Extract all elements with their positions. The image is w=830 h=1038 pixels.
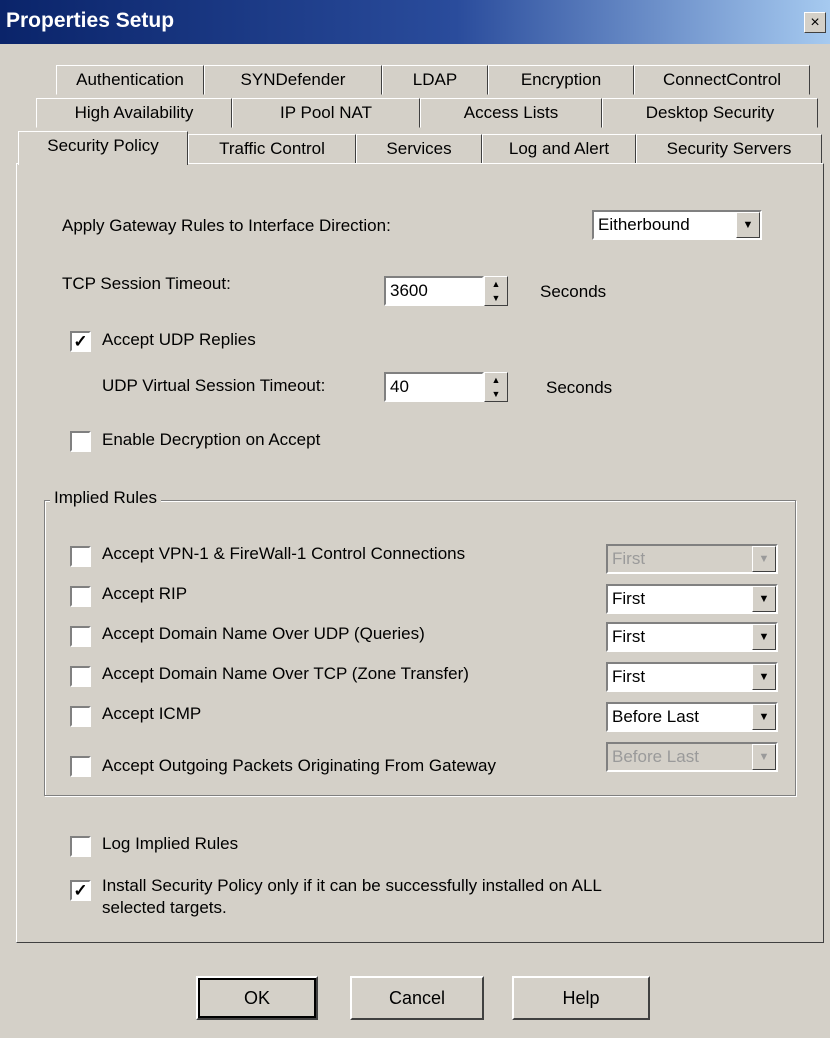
implied-rule-checkbox[interactable] — [70, 706, 91, 727]
implied-rule-label: Accept Domain Name Over TCP (Zone Transf… — [102, 664, 469, 683]
implied-rule-label: Accept Domain Name Over UDP (Queries) — [102, 624, 425, 643]
enable-decryption-checkbox[interactable] — [70, 431, 91, 452]
implied-rule-checkbox[interactable] — [70, 666, 91, 687]
implied-rule-position-value: First — [612, 549, 646, 568]
chevron-down-icon: ▼ — [752, 546, 776, 572]
chevron-down-icon[interactable]: ▼ — [752, 664, 776, 690]
implied-rule-position-select: Before Last ▼ — [606, 742, 778, 772]
implied-rules-group-label: Implied Rules — [50, 488, 161, 508]
udp-timeout-spinner[interactable]: ▲ ▼ — [484, 372, 508, 402]
chevron-down-icon: ▼ — [752, 744, 776, 770]
tab-access-lists[interactable]: Access Lists — [420, 98, 602, 128]
log-implied-rules-checkbox[interactable] — [70, 836, 91, 857]
implied-rule-checkbox[interactable] — [70, 756, 91, 777]
tab-syndefender[interactable]: SYNDefender — [204, 65, 382, 95]
implied-rule-label: Accept VPN-1 & FireWall-1 Control Connec… — [102, 544, 466, 563]
tcp-timeout-input[interactable]: 3600 — [384, 276, 484, 306]
cancel-button[interactable]: Cancel — [350, 976, 484, 1020]
tab-ldap[interactable]: LDAP — [382, 65, 488, 95]
implied-rule-position-value: First — [612, 627, 646, 646]
log-implied-rules-label: Log Implied Rules — [102, 834, 239, 853]
interface-direction-select[interactable]: Eitherbound ▼ — [592, 210, 762, 240]
implied-rule-position-select: First ▼ — [606, 544, 778, 574]
implied-rule-position-select[interactable]: Before Last ▼ — [606, 702, 778, 732]
chevron-down-icon[interactable]: ▼ — [752, 704, 776, 730]
spin-down-icon[interactable]: ▼ — [485, 387, 507, 401]
title-bar[interactable]: Properties Setup × — [0, 0, 830, 44]
implied-rule-checkbox[interactable] — [70, 586, 91, 607]
spin-up-icon[interactable]: ▲ — [485, 373, 507, 387]
install-policy-label-line1: Install Security Policy only if it can b… — [102, 876, 602, 895]
implied-rule-position-select[interactable]: First ▼ — [606, 584, 778, 614]
tab-connectcontrol[interactable]: ConnectControl — [634, 65, 810, 95]
implied-rule-position-value: First — [612, 667, 646, 686]
tab-desktop-security[interactable]: Desktop Security — [602, 98, 818, 128]
udp-timeout-label: UDP Virtual Session Timeout: — [102, 376, 326, 395]
tab-traffic-control[interactable]: Traffic Control — [188, 134, 356, 164]
implied-rule-checkbox[interactable] — [70, 626, 91, 647]
tab-authentication[interactable]: Authentication — [56, 65, 204, 95]
help-button[interactable]: Help — [512, 976, 650, 1020]
ok-button[interactable]: OK — [196, 976, 318, 1020]
udp-timeout-unit: Seconds — [546, 378, 613, 397]
tab-services[interactable]: Services — [356, 134, 482, 164]
enable-decryption-label: Enable Decryption on Accept — [102, 430, 321, 449]
tab-security-policy[interactable]: Security Policy — [18, 131, 188, 165]
implied-rule-position-select[interactable]: First ▼ — [606, 662, 778, 692]
spin-up-icon[interactable]: ▲ — [485, 277, 507, 291]
implied-rule-label: Accept RIP — [102, 584, 188, 603]
tcp-timeout-unit: Seconds — [540, 282, 607, 301]
apply-rules-label: Apply Gateway Rules to Interface Directi… — [62, 216, 391, 235]
implied-rule-checkbox[interactable] — [70, 546, 91, 567]
udp-timeout-input[interactable]: 40 — [384, 372, 484, 402]
install-policy-label-line2: selected targets. — [102, 898, 227, 917]
implied-rule-position-value: First — [612, 589, 646, 608]
chevron-down-icon[interactable]: ▼ — [752, 586, 776, 612]
tcp-timeout-label: TCP Session Timeout: — [62, 274, 231, 293]
implied-rule-position-value: Before Last — [612, 707, 699, 726]
properties-setup-dialog: Properties Setup × Authentication SYNDef… — [0, 0, 830, 1038]
accept-udp-checkbox[interactable]: ✓ — [70, 331, 91, 352]
tab-security-servers[interactable]: Security Servers — [636, 134, 822, 164]
install-policy-checkbox[interactable]: ✓ — [70, 880, 91, 901]
close-button[interactable]: × — [804, 12, 826, 33]
tab-encryption[interactable]: Encryption — [488, 65, 634, 95]
implied-rule-label: Accept Outgoing Packets Originating From… — [102, 756, 497, 775]
implied-rule-label: Accept ICMP — [102, 704, 202, 723]
tcp-timeout-spinner[interactable]: ▲ ▼ — [484, 276, 508, 306]
window-title: Properties Setup — [6, 9, 175, 32]
accept-udp-label: Accept UDP Replies — [102, 330, 256, 349]
tab-high-availability[interactable]: High Availability — [36, 98, 232, 128]
spin-down-icon[interactable]: ▼ — [485, 291, 507, 305]
tab-ip-pool-nat[interactable]: IP Pool NAT — [232, 98, 420, 128]
implied-rule-position-value: Before Last — [612, 747, 699, 766]
implied-rule-position-select[interactable]: First ▼ — [606, 622, 778, 652]
tab-log-and-alert[interactable]: Log and Alert — [482, 134, 636, 164]
chevron-down-icon[interactable]: ▼ — [736, 212, 760, 238]
interface-direction-value: Eitherbound — [598, 215, 690, 234]
chevron-down-icon[interactable]: ▼ — [752, 624, 776, 650]
